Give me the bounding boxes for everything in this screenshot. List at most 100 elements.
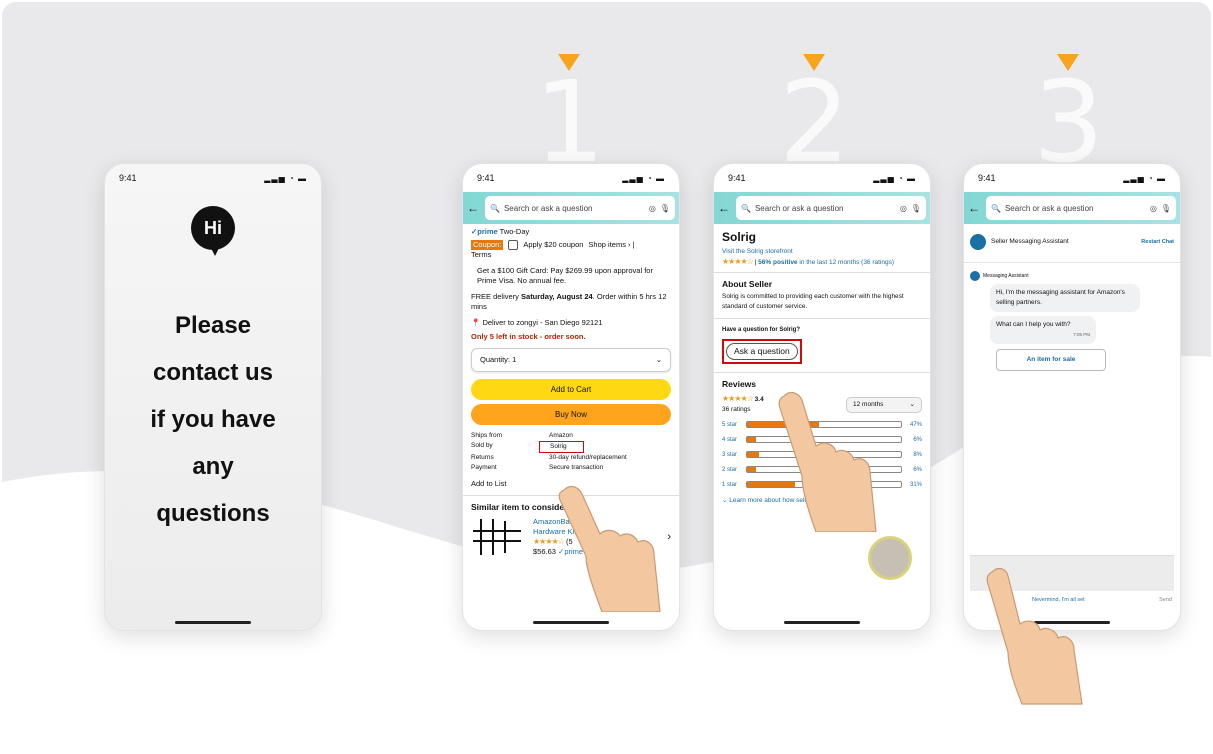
quantity-select[interactable]: Quantity: 1 ⌄ xyxy=(471,348,671,372)
step-number: 1 xyxy=(534,58,606,188)
microphone-icon[interactable]: 🎙 xyxy=(660,204,670,213)
rating-period: in the last 12 months (36 ratings) xyxy=(797,259,895,266)
chat-phone: 9:41 ▂▃▅ ◔ ▬ ← 🔍 Search or ask a question ◎… xyxy=(963,163,1181,631)
status-icons: ▂▃▅ ◔ ▬ xyxy=(264,173,307,183)
storefront-link[interactable]: Visit the Solrig storefront xyxy=(722,247,922,257)
coupon-badge: Coupon: xyxy=(471,240,504,250)
histogram-percent: 47% xyxy=(909,421,922,428)
review-count: 36 ratings xyxy=(722,406,751,413)
buy-now-label: Buy Now xyxy=(554,410,587,419)
step-number: 3 xyxy=(1033,58,1105,188)
microphone-icon[interactable]: 🎙 xyxy=(911,204,921,213)
detail-value: Amazon xyxy=(549,432,573,439)
delivery-text: FREE delivery xyxy=(471,292,522,301)
message-line: any xyxy=(192,453,234,480)
status-time: 9:41 xyxy=(477,173,495,183)
contact-message: Please contact us if you have any questi… xyxy=(105,302,321,537)
status-bar: 9:41 ▂▃▅ ◔ ▬ xyxy=(105,164,321,192)
product-thumbnail xyxy=(473,519,521,555)
camera-icon[interactable]: ◎ xyxy=(649,204,656,213)
send-button[interactable]: Send xyxy=(1159,597,1172,603)
detail-label: Returns xyxy=(471,454,494,461)
detail-label: Sold by xyxy=(471,442,493,449)
search-bar: ← 🔍 Search or ask a question ◎ 🎙 xyxy=(463,192,679,224)
message-line: Please xyxy=(174,312,252,339)
detail-value: 30-day refund/replacement xyxy=(549,454,627,461)
pointing-hand-icon xyxy=(986,567,1083,705)
review-score: 3.4 xyxy=(754,396,764,403)
logo-text: Hi xyxy=(204,217,222,238)
histogram-label: 4 star xyxy=(722,436,738,443)
seller-name: Solrig xyxy=(722,230,757,244)
histogram-percent: 31% xyxy=(909,481,922,488)
search-icon: 🔍 xyxy=(741,203,751,213)
about-text: Solrig is committed to providing each cu… xyxy=(722,293,904,310)
prime-text: Two-Day xyxy=(497,227,530,236)
magnifier-circle xyxy=(868,536,912,580)
status-time: 9:41 xyxy=(119,173,137,183)
ask-question-button[interactable]: Ask a question xyxy=(726,343,798,360)
histogram-label: 1 star xyxy=(722,481,738,488)
assistant-message: Hi, I'm the messaging assistant for Amaz… xyxy=(990,284,1140,312)
status-icons: ▂▃▅ ◔ ▬ xyxy=(622,173,665,183)
status-bar: 9:41 ▂▃▅ ◔ ▬ xyxy=(964,164,1180,192)
sender-label: Messaging Assistant xyxy=(983,273,1029,279)
gift-card-offer: Get a $100 Gift Card: Pay $269.99 upon a… xyxy=(477,266,653,285)
search-input[interactable]: 🔍 Search or ask a question ◎ 🎙 xyxy=(485,196,675,220)
histogram-label: 2 star xyxy=(722,466,738,473)
stock-status: Only 5 left in stock - order soon. xyxy=(471,332,586,341)
status-bar: 9:41 ▂▃▅ ◔ ▬ xyxy=(714,164,930,192)
coupon-checkbox[interactable] xyxy=(508,240,519,250)
buy-now-button[interactable]: Buy Now xyxy=(471,404,671,425)
question-section: Have a question for Solrig? Ask a questi… xyxy=(714,318,930,372)
search-bar: ← 🔍 Search or ask a question ◎ 🎙 xyxy=(964,192,1180,224)
sold-by-link[interactable]: Solrig xyxy=(539,441,584,453)
back-arrow-icon[interactable]: ← xyxy=(968,201,982,215)
chevron-down-icon: ⌄ xyxy=(655,355,662,364)
deliver-to-link[interactable]: Deliver to zongyi - San Diego 92121 xyxy=(482,318,602,327)
camera-icon[interactable]: ◎ xyxy=(1150,204,1157,213)
histogram-percent: 8% xyxy=(913,451,922,458)
ask-question-label: Ask a question xyxy=(734,346,790,356)
positive-rating: 56% positive xyxy=(758,259,798,266)
option-button[interactable]: An item for sale xyxy=(996,349,1106,371)
histogram-fill xyxy=(747,452,760,457)
step-1-marker: 1 xyxy=(534,54,606,188)
search-placeholder: Search or ask a question xyxy=(503,203,593,213)
step-2-marker: 2 xyxy=(779,54,850,179)
home-indicator xyxy=(533,621,609,624)
assistant-avatar xyxy=(970,271,980,281)
histogram-label: 3 star xyxy=(722,451,738,458)
status-icons: ▂▃▅ ◔ ▬ xyxy=(873,173,916,183)
status-icons: ▂▃▅ ◔ ▬ xyxy=(1123,173,1166,183)
back-arrow-icon[interactable]: ← xyxy=(718,201,732,215)
step-3-marker: 3 xyxy=(1033,54,1105,188)
search-input[interactable]: 🔍 Search or ask a question ◎ 🎙 xyxy=(986,196,1176,220)
message-line: if you have xyxy=(150,406,276,433)
add-to-cart-button[interactable]: Add to Cart xyxy=(471,379,671,400)
search-input[interactable]: 🔍 Search or ask a question ◎ 🎙 xyxy=(736,196,926,220)
star-rating-icon: ★★★★☆ xyxy=(722,394,754,403)
chat-thread: Messaging Assistant Hi, I'm the messagin… xyxy=(964,263,1180,379)
assistant-message: What can I help you with? xyxy=(996,321,1071,328)
search-placeholder: Search or ask a question xyxy=(1004,203,1094,213)
ask-question-highlight: Ask a question xyxy=(722,339,802,364)
camera-icon[interactable]: ◎ xyxy=(900,204,907,213)
shop-items-link[interactable]: Shop items › | xyxy=(588,240,634,250)
terms-link[interactable]: Terms xyxy=(471,250,671,260)
star-rating-icon: ★★★★☆ xyxy=(722,257,754,266)
search-bar: ← 🔍 Search or ask a question ◎ 🎙 xyxy=(714,192,930,224)
coupon-text: Apply $20 coupon xyxy=(523,240,584,249)
search-icon: 🔍 xyxy=(991,203,1001,213)
restart-chat-button[interactable]: Restart Chat xyxy=(1141,237,1174,247)
seller-header: Solrig Visit the Solrig storefront ★★★★☆… xyxy=(714,224,930,272)
about-title: About Seller xyxy=(722,279,773,289)
message-line: contact us xyxy=(152,359,274,386)
search-placeholder: Search or ask a question xyxy=(754,203,844,213)
chevron-down-icon: ⌄ xyxy=(909,400,915,408)
product-details: ✓prime Two-Day Coupon: Apply $20 coupon Sh… xyxy=(463,224,679,375)
back-arrow-icon[interactable]: ← xyxy=(467,201,481,215)
about-seller: About Seller Solrig is committed to prov… xyxy=(714,272,930,318)
microphone-icon[interactable]: 🎙 xyxy=(1161,204,1171,213)
pointing-hand-icon xyxy=(558,485,661,612)
